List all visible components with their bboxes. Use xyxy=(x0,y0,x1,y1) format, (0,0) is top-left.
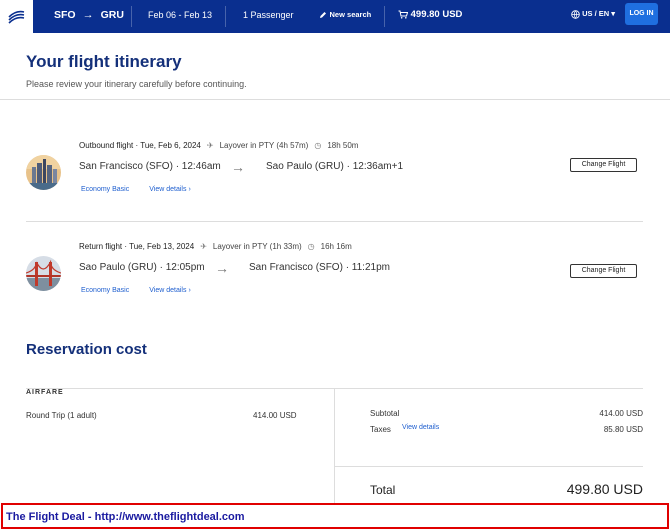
divider xyxy=(26,221,643,222)
divider xyxy=(384,6,385,27)
outbound-flight-card: Outbound flight · Tue, Feb 6, 2024 ✈ Lay… xyxy=(0,141,670,221)
chevron-right-icon: › xyxy=(188,186,191,193)
watermark-banner: The Flight Deal - http://www.theflightde… xyxy=(1,503,669,529)
total-label: Total xyxy=(370,483,396,497)
flight-duration: 16h 16m xyxy=(320,242,352,251)
round-trip-label: Round Trip (1 adult) xyxy=(26,411,97,420)
layover-icon: ✈ xyxy=(206,141,214,150)
destination-code: GRU xyxy=(100,9,124,21)
divider xyxy=(131,6,132,27)
airline-logo[interactable] xyxy=(0,0,33,33)
view-details-link[interactable]: View details › xyxy=(149,186,191,193)
arrival: San Francisco (SFO) · 11:21pm xyxy=(249,262,390,273)
top-bar: SFO → GRU Feb 06 - Feb 13 1 Passenger Ne… xyxy=(0,0,670,33)
pencil-icon xyxy=(320,11,326,18)
flight-header: Return flight · Tue, Feb 13, 2024 ✈ Layo… xyxy=(79,242,352,251)
flight-label: Outbound flight · Tue, Feb 6, 2024 xyxy=(79,141,201,150)
layover-text: Layover in PTY (4h 57m) xyxy=(219,141,309,150)
page-subtitle: Please review your itinerary carefully b… xyxy=(26,79,247,89)
total-value: 499.80 USD xyxy=(566,481,643,497)
change-flight-button[interactable]: Change Flight xyxy=(570,264,637,278)
new-search-label: New search xyxy=(329,10,372,19)
flight-duration: 18h 50m xyxy=(327,141,359,150)
clock-icon: ◷ xyxy=(314,141,322,150)
divider xyxy=(334,466,643,467)
cart-icon xyxy=(398,10,408,19)
subtotal-value: 414.00 USD xyxy=(599,409,643,418)
trip-dates: Feb 06 - Feb 13 xyxy=(148,10,213,20)
divider xyxy=(0,99,670,100)
globe-icon xyxy=(571,9,580,19)
column-divider xyxy=(334,388,335,503)
chevron-down-icon: ▾ xyxy=(611,9,616,18)
fare-class-link[interactable]: Economy Basic xyxy=(81,287,129,294)
clock-icon: ◷ xyxy=(307,242,315,251)
passenger-count: 1 Passenger xyxy=(243,10,294,20)
view-details-link[interactable]: View details › xyxy=(149,287,191,294)
flight-label: Return flight · Tue, Feb 13, 2024 xyxy=(79,242,195,251)
login-button[interactable]: LOG IN xyxy=(625,3,658,25)
fare-class-link[interactable]: Economy Basic xyxy=(81,186,129,193)
layover-icon: ✈ xyxy=(200,242,207,251)
banner-text: The Flight Deal - http://www.theflightde… xyxy=(6,511,245,523)
route-summary: SFO → GRU xyxy=(54,9,124,21)
cart-total: 499.80 USD xyxy=(410,9,463,20)
arrow-right-icon: → xyxy=(215,260,229,276)
page-title: Your flight itinerary xyxy=(26,52,182,71)
taxes-view-details-link[interactable]: View details xyxy=(402,424,439,431)
locale-label: US / EN xyxy=(582,9,610,18)
layover-text: Layover in PTY (1h 33m) xyxy=(212,242,302,251)
arrow-right-icon: → xyxy=(231,159,245,175)
route-arrow-icon: → xyxy=(82,9,94,21)
divider xyxy=(225,6,226,27)
locale-selector[interactable]: US / EN ▾ xyxy=(571,9,615,19)
san-francisco-image xyxy=(26,155,61,190)
change-flight-button[interactable]: Change Flight xyxy=(570,158,637,172)
return-flight-card: Return flight · Tue, Feb 13, 2024 ✈ Layo… xyxy=(0,242,670,322)
taxes-label: Taxes xyxy=(370,425,391,434)
new-search-button[interactable]: New search xyxy=(319,9,371,19)
origin-code: SFO xyxy=(54,9,76,21)
airfare-label: AIRFARE xyxy=(26,389,64,396)
arrival: Sao Paulo (GRU) · 12:36am+1 xyxy=(266,161,404,172)
departure: Sao Paulo (GRU) · 12:05pm xyxy=(79,262,205,273)
round-trip-value: 414.00 USD xyxy=(253,411,297,420)
chevron-right-icon: › xyxy=(188,287,191,294)
reservation-title: Reservation cost xyxy=(26,341,147,358)
flight-links: Economy Basic View details › xyxy=(81,186,191,193)
flight-links: Economy Basic View details › xyxy=(81,287,191,294)
departure: San Francisco (SFO) · 12:46am xyxy=(79,161,221,172)
logo-icon xyxy=(8,10,25,24)
cart-button[interactable]: 499.80 USD xyxy=(398,9,462,20)
sao-paulo-image xyxy=(26,256,61,291)
subtotal-label: Subtotal xyxy=(370,409,400,418)
taxes-value: 85.80 USD xyxy=(603,425,643,434)
flight-header: Outbound flight · Tue, Feb 6, 2024 ✈ Lay… xyxy=(79,141,358,150)
